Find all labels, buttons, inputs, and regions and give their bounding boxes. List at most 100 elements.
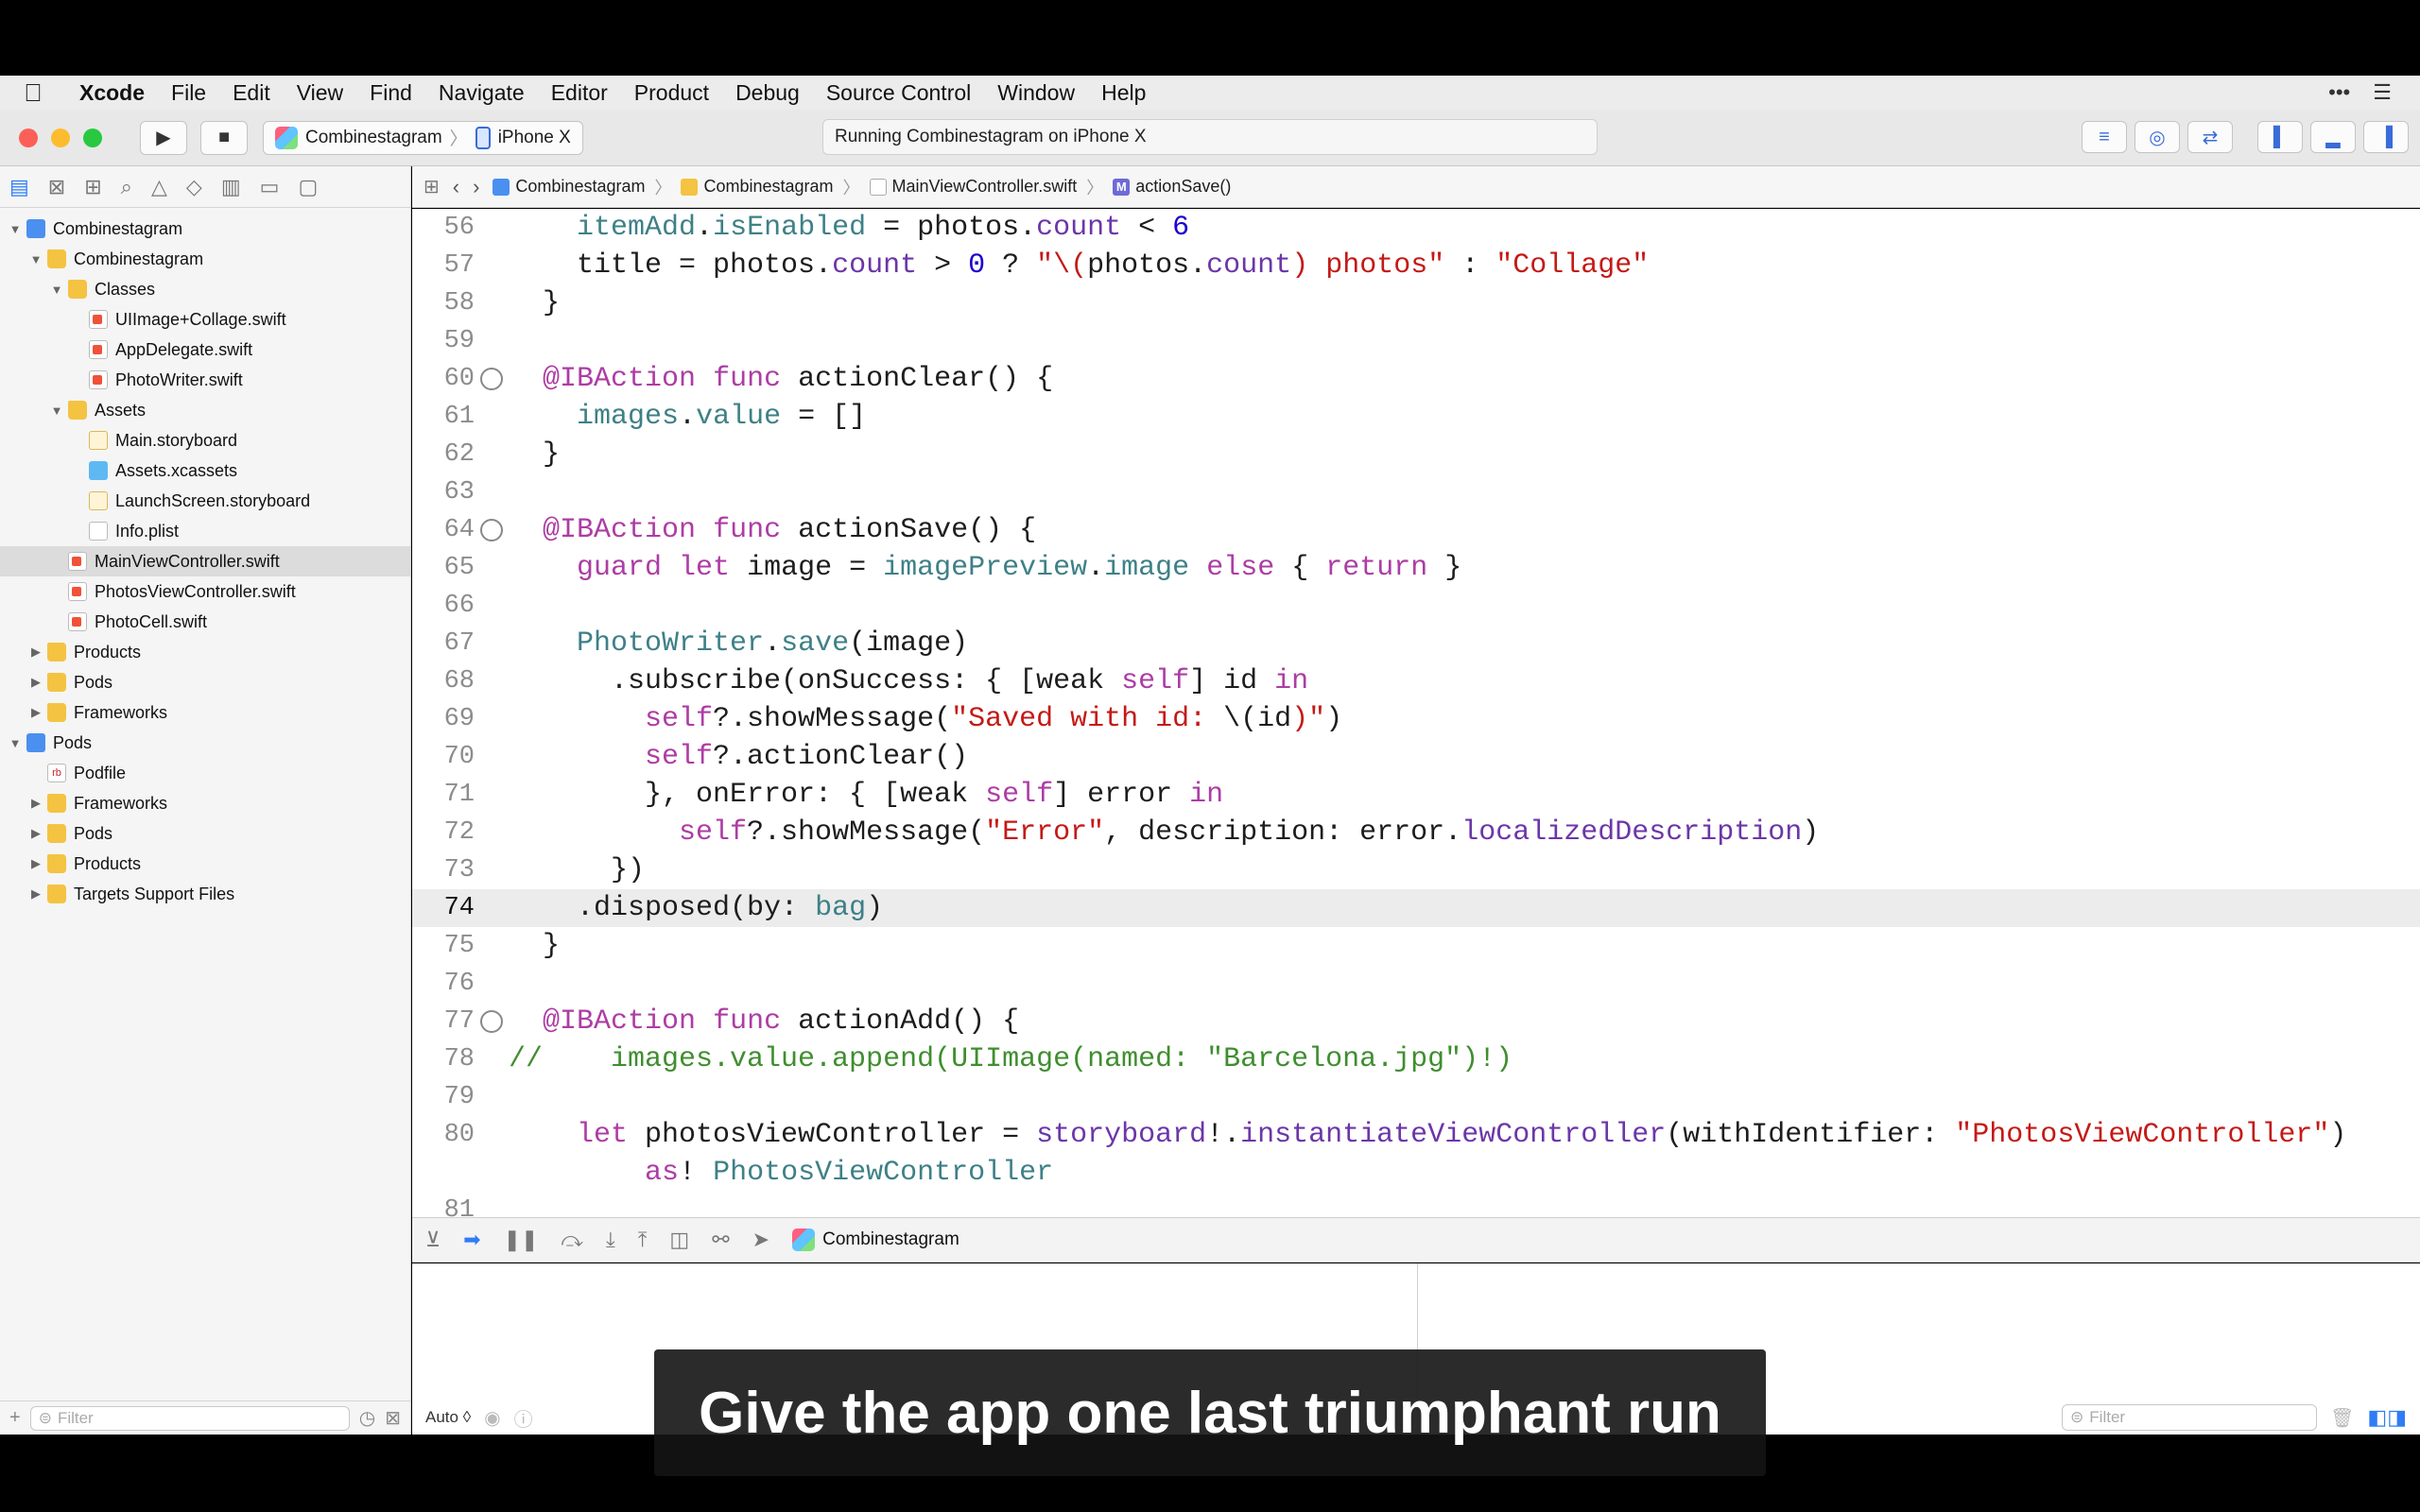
symbol-icon[interactable]: ⊞	[84, 175, 101, 199]
navigator-filter-input[interactable]: ⊜ Filter	[29, 1405, 350, 1431]
info-icon[interactable]: ⓘ	[514, 1404, 533, 1432]
line-number[interactable]: 74	[412, 894, 475, 922]
code-line[interactable]: 57 title = photos.count > 0 ? "\(photos.…	[412, 247, 2420, 284]
line-number[interactable]: 76	[412, 970, 475, 998]
code-line[interactable]: 75 }	[412, 927, 2420, 965]
menu-debug[interactable]: Debug	[722, 80, 813, 106]
code-line[interactable]: 61 images.value = []	[412, 398, 2420, 436]
line-number[interactable]: 56	[412, 214, 475, 242]
tree-item[interactable]: LaunchScreen.storyboard	[0, 486, 410, 516]
disclosure-closed-icon[interactable]: ▶	[28, 796, 43, 811]
menu-navigate[interactable]: Navigate	[425, 80, 538, 106]
line-number[interactable]: 65	[412, 554, 475, 582]
line-number[interactable]: 69	[412, 705, 475, 733]
disclosure-closed-icon[interactable]: ▶	[28, 826, 43, 841]
line-number[interactable]: 71	[412, 781, 475, 809]
source-control-icon[interactable]: ⊠	[48, 175, 65, 199]
tree-item[interactable]: ▼ Pods	[0, 728, 410, 758]
code-line[interactable]: 74 .disposed(by: bag)	[412, 889, 2420, 927]
line-number[interactable]: 75	[412, 932, 475, 960]
code-line[interactable]: 76	[412, 965, 2420, 1003]
split-view-icon[interactable]: ◧◨	[2367, 1405, 2407, 1430]
menu-help[interactable]: Help	[1088, 80, 1159, 106]
tree-item[interactable]: ▶ Frameworks	[0, 697, 410, 728]
tree-item[interactable]: ▼ Assets	[0, 395, 410, 425]
code-line[interactable]: 69 self?.showMessage("Saved with id: \(i…	[412, 700, 2420, 738]
issue-icon[interactable]: △	[151, 175, 167, 199]
code-line[interactable]: 64 @IBAction func actionSave() {	[412, 511, 2420, 549]
line-number[interactable]: 61	[412, 403, 475, 431]
menu-source-control[interactable]: Source Control	[813, 80, 984, 106]
tree-item[interactable]: MainViewController.swift	[0, 546, 410, 576]
debug-target[interactable]: Combinestagram	[792, 1228, 959, 1251]
tree-item[interactable]: ▼ Combinestagram	[0, 244, 410, 274]
run-button[interactable]: ▶	[140, 120, 187, 155]
tree-item[interactable]: PhotosViewController.swift	[0, 576, 410, 607]
breadcrumb-item[interactable]: MactionSave()	[1113, 177, 1231, 197]
menu-edit[interactable]: Edit	[219, 80, 284, 106]
line-number[interactable]: 58	[412, 289, 475, 318]
line-number[interactable]: 73	[412, 856, 475, 885]
zoom-window-button[interactable]	[83, 128, 102, 147]
menu-window[interactable]: Window	[984, 80, 1088, 106]
line-number[interactable]: 77	[412, 1007, 475, 1036]
version-editor-icon[interactable]: ⇄	[2187, 121, 2233, 153]
toggle-inspector-icon[interactable]: ▐	[2363, 121, 2409, 153]
menu-xcode[interactable]: Xcode	[66, 80, 158, 106]
trash-icon[interactable]: 🗑	[2330, 1406, 2354, 1430]
disclosure-open-icon[interactable]: ▼	[8, 736, 23, 750]
auto-variables-selector[interactable]: Auto ◊	[425, 1408, 471, 1427]
line-number[interactable]: 72	[412, 818, 475, 847]
code-line[interactable]: 63	[412, 473, 2420, 511]
disclosure-open-icon[interactable]: ▼	[49, 283, 64, 297]
disclosure-closed-icon[interactable]: ▶	[28, 675, 43, 690]
step-over-icon[interactable]: ⤼	[561, 1228, 583, 1252]
tree-item[interactable]: ▶ Targets Support Files	[0, 879, 410, 909]
disclosure-open-icon[interactable]: ▼	[28, 252, 43, 266]
code-line[interactable]: 62 }	[412, 436, 2420, 473]
tree-item[interactable]: PhotoCell.swift	[0, 607, 410, 637]
related-items-icon[interactable]: ⊞	[424, 175, 440, 198]
scm-filter-icon[interactable]: ⊠	[385, 1406, 401, 1430]
menu-view[interactable]: View	[284, 80, 356, 106]
tree-item[interactable]: Main.storyboard	[0, 425, 410, 455]
line-number[interactable]: 81	[412, 1196, 475, 1217]
line-number[interactable]: 64	[412, 516, 475, 544]
toggle-debug-area-icon[interactable]: ▂	[2310, 121, 2356, 153]
ibaction-connection-icon[interactable]	[475, 1010, 509, 1033]
code-line[interactable]: 71 }, onError: { [weak self] error in	[412, 776, 2420, 814]
tree-item[interactable]: Info.plist	[0, 516, 410, 546]
tree-item[interactable]: Assets.xcassets	[0, 455, 410, 486]
menu-file[interactable]: File	[158, 80, 219, 106]
step-into-icon[interactable]: ⤓	[606, 1228, 615, 1252]
code-line[interactable]: 77 @IBAction func actionAdd() {	[412, 1003, 2420, 1040]
close-window-button[interactable]	[19, 128, 38, 147]
line-number[interactable]: 78	[412, 1045, 475, 1074]
line-number[interactable]: 79	[412, 1083, 475, 1111]
menu-product[interactable]: Product	[621, 80, 722, 106]
tree-item[interactable]: ▶ Pods	[0, 818, 410, 849]
scheme-selector[interactable]: Combinestagram 〉 iPhone X	[263, 120, 583, 155]
disclosure-open-icon[interactable]: ▼	[49, 404, 64, 418]
hide-debug-area-icon[interactable]: ⊻	[425, 1228, 441, 1252]
forward-button[interactable]: ›	[473, 175, 479, 199]
step-out-icon[interactable]: ⤒	[638, 1228, 648, 1252]
search-icon[interactable]: ⌕	[121, 175, 132, 199]
code-line[interactable]: 58 }	[412, 284, 2420, 322]
code-line[interactable]: 68 .subscribe(onSuccess: { [weak self] i…	[412, 662, 2420, 700]
line-number[interactable]: 70	[412, 743, 475, 771]
tree-item[interactable]: AppDelegate.swift	[0, 335, 410, 365]
view-debugger-icon[interactable]: ◫	[669, 1228, 689, 1252]
line-number[interactable]: 59	[412, 327, 475, 355]
add-button[interactable]: +	[9, 1407, 21, 1429]
tree-item[interactable]: ▶ Products	[0, 849, 410, 879]
code-line[interactable]: 65 guard let image = imagePreview.image …	[412, 549, 2420, 587]
disclosure-open-icon[interactable]: ▼	[8, 222, 23, 236]
code-line[interactable]: 79	[412, 1078, 2420, 1116]
disclosure-closed-icon[interactable]: ▶	[28, 705, 43, 720]
notification-center-icon[interactable]: ☰	[2373, 80, 2392, 105]
memory-graph-icon[interactable]: ⚯	[712, 1228, 729, 1252]
assistant-editor-icon[interactable]: ◎	[2135, 121, 2180, 153]
disclosure-closed-icon[interactable]: ▶	[28, 644, 43, 660]
tree-item[interactable]: UIImage+Collage.swift	[0, 304, 410, 335]
